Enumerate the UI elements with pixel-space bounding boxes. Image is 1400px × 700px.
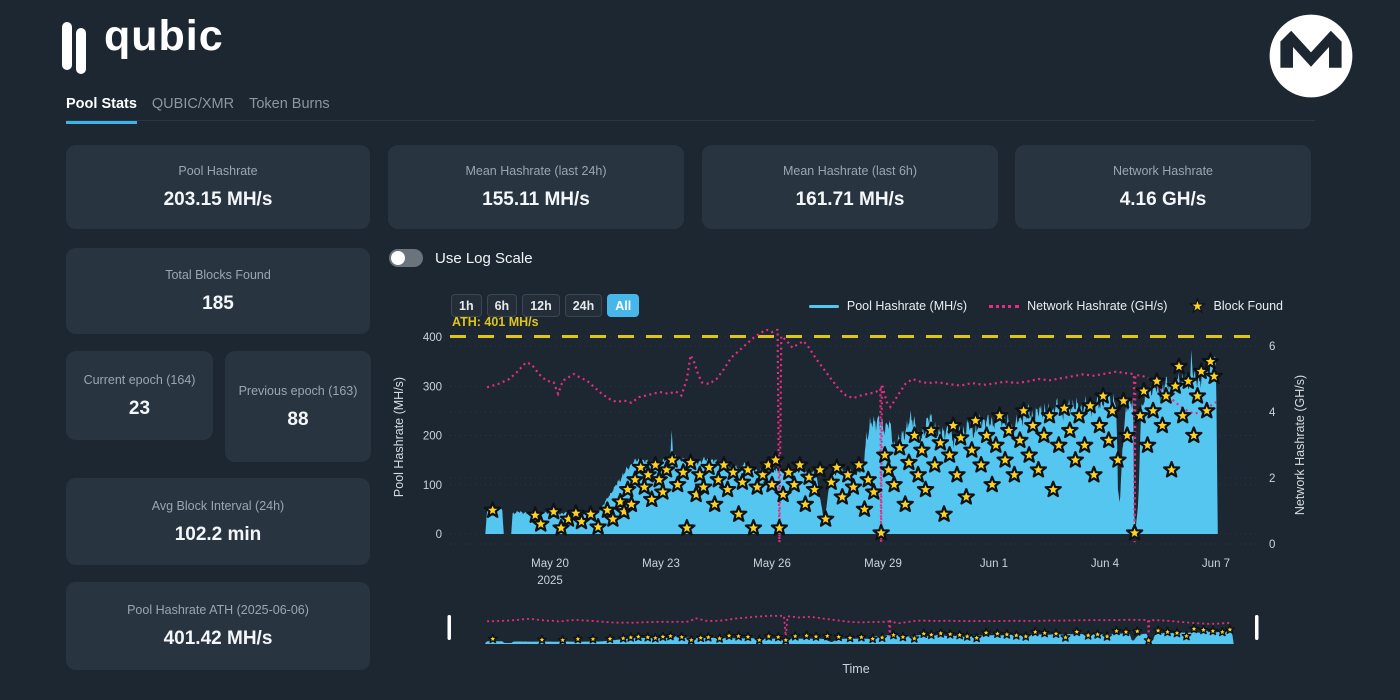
card-label: Mean Hashrate (last 24h) bbox=[465, 163, 606, 180]
tab-divider bbox=[66, 120, 1315, 121]
time-range-buttons: 1h 6h 12h 24h All bbox=[451, 294, 639, 317]
svg-text:200: 200 bbox=[423, 431, 442, 443]
y-left-title: Pool Hashrate (MH/s) bbox=[392, 377, 406, 497]
card-value: 23 bbox=[129, 398, 150, 420]
y-right-title: Network Hashrate (GH/s) bbox=[1293, 375, 1307, 515]
svg-text:2025: 2025 bbox=[537, 575, 563, 587]
log-scale-toggle[interactable] bbox=[389, 249, 423, 267]
svg-text:6: 6 bbox=[1269, 341, 1275, 353]
card-label: Pool Hashrate ATH (2025-06-06) bbox=[127, 602, 309, 619]
legend-item-block-found[interactable]: ★ Block Found bbox=[1189, 298, 1283, 314]
range-button-24h[interactable]: 24h bbox=[565, 294, 603, 317]
card-value: 88 bbox=[287, 409, 308, 431]
svg-text:May 29: May 29 bbox=[864, 558, 902, 570]
svg-text:0: 0 bbox=[1269, 539, 1275, 551]
card-value: 155.11 MH/s bbox=[482, 189, 590, 211]
card-value: 4.16 GH/s bbox=[1120, 189, 1207, 211]
log-scale-toggle-row: Use Log Scale bbox=[389, 249, 533, 267]
range-button-12h[interactable]: 12h bbox=[522, 294, 560, 317]
hashrate-chart[interactable]: 0 100 200 300 400 0 2 4 6 May 20 2025 May 23 May 26 M… bbox=[392, 329, 1320, 598]
svg-text:0: 0 bbox=[436, 529, 442, 541]
logo-bar-right bbox=[76, 28, 86, 74]
network-dotted-swatch-icon bbox=[989, 305, 1019, 308]
navigator-handle-right[interactable] bbox=[1255, 615, 1259, 640]
svg-text:100: 100 bbox=[423, 480, 442, 492]
card-value: 185 bbox=[202, 293, 234, 315]
logo-bar-left bbox=[62, 22, 72, 70]
card-mean-6h: Mean Hashrate (last 6h) 161.71 MH/s bbox=[702, 145, 998, 229]
qubic-logo-icon bbox=[62, 20, 90, 76]
card-mean-24h: Mean Hashrate (last 24h) 155.11 MH/s bbox=[388, 145, 684, 229]
card-previous-epoch: Previous epoch (163) 88 bbox=[225, 351, 371, 462]
card-label: Previous epoch (163) bbox=[239, 383, 358, 400]
card-label: Mean Hashrate (last 6h) bbox=[783, 163, 917, 180]
card-value: 102.2 min bbox=[175, 524, 262, 546]
navigator-handle-left[interactable] bbox=[448, 615, 452, 640]
mini-network-line bbox=[487, 616, 1232, 637]
legend-label: Block Found bbox=[1214, 299, 1283, 313]
svg-text:4: 4 bbox=[1269, 407, 1276, 419]
card-label: Total Blocks Found bbox=[165, 267, 271, 284]
monero-logo bbox=[1266, 11, 1356, 101]
svg-text:2: 2 bbox=[1269, 473, 1275, 485]
svg-text:300: 300 bbox=[423, 381, 442, 393]
toggle-knob bbox=[391, 251, 405, 265]
log-scale-label: Use Log Scale bbox=[435, 250, 533, 267]
qubic-pool-dashboard: qubic Pool Stats QUBIC/XMR Token Burns P… bbox=[0, 0, 1400, 700]
card-pool-hashrate: Pool Hashrate 203.15 MH/s bbox=[66, 145, 370, 229]
range-button-6h[interactable]: 6h bbox=[487, 294, 518, 317]
pool-line-swatch-icon bbox=[809, 305, 839, 308]
chart-legend: Pool Hashrate (MH/s) Network Hashrate (G… bbox=[809, 298, 1283, 314]
card-avg-block-interval: Avg Block Interval (24h) 102.2 min bbox=[66, 478, 370, 565]
card-current-epoch: Current epoch (164) 23 bbox=[66, 351, 213, 440]
svg-text:Jun 7: Jun 7 bbox=[1202, 558, 1230, 570]
card-label: Avg Block Interval (24h) bbox=[152, 498, 284, 515]
x-axis-title: Time bbox=[392, 662, 1320, 676]
legend-item-pool-hashrate[interactable]: Pool Hashrate (MH/s) bbox=[809, 299, 967, 313]
card-network-hashrate: Network Hashrate 4.16 GH/s bbox=[1015, 145, 1311, 229]
brand-wordmark: qubic bbox=[104, 12, 224, 61]
card-value: 161.71 MH/s bbox=[796, 189, 905, 211]
chart-range-navigator[interactable] bbox=[392, 601, 1320, 653]
card-pool-ath: Pool Hashrate ATH (2025-06-06) 401.42 MH… bbox=[66, 582, 370, 670]
range-button-all[interactable]: All bbox=[607, 294, 639, 317]
svg-text:May 23: May 23 bbox=[642, 558, 680, 570]
legend-item-network-hashrate[interactable]: Network Hashrate (GH/s) bbox=[989, 299, 1167, 313]
legend-label: Pool Hashrate (MH/s) bbox=[847, 299, 967, 313]
svg-text:May 26: May 26 bbox=[753, 558, 791, 570]
card-total-blocks: Total Blocks Found 185 bbox=[66, 248, 370, 334]
card-value: 401.42 MH/s bbox=[164, 628, 273, 650]
card-label: Pool Hashrate bbox=[178, 163, 257, 180]
svg-text:Jun 4: Jun 4 bbox=[1091, 558, 1120, 570]
card-label: Current epoch (164) bbox=[84, 372, 196, 389]
svg-text:Jun 1: Jun 1 bbox=[980, 558, 1008, 570]
card-label: Network Hashrate bbox=[1113, 163, 1213, 180]
card-value: 203.15 MH/s bbox=[164, 189, 273, 211]
legend-label: Network Hashrate (GH/s) bbox=[1027, 299, 1167, 313]
range-button-1h[interactable]: 1h bbox=[451, 294, 482, 317]
block-found-star-icon: ★ bbox=[1189, 298, 1205, 314]
svg-text:May 20: May 20 bbox=[531, 558, 569, 570]
svg-text:400: 400 bbox=[423, 332, 442, 344]
ath-annotation: ATH: 401 MH/s bbox=[452, 315, 539, 329]
